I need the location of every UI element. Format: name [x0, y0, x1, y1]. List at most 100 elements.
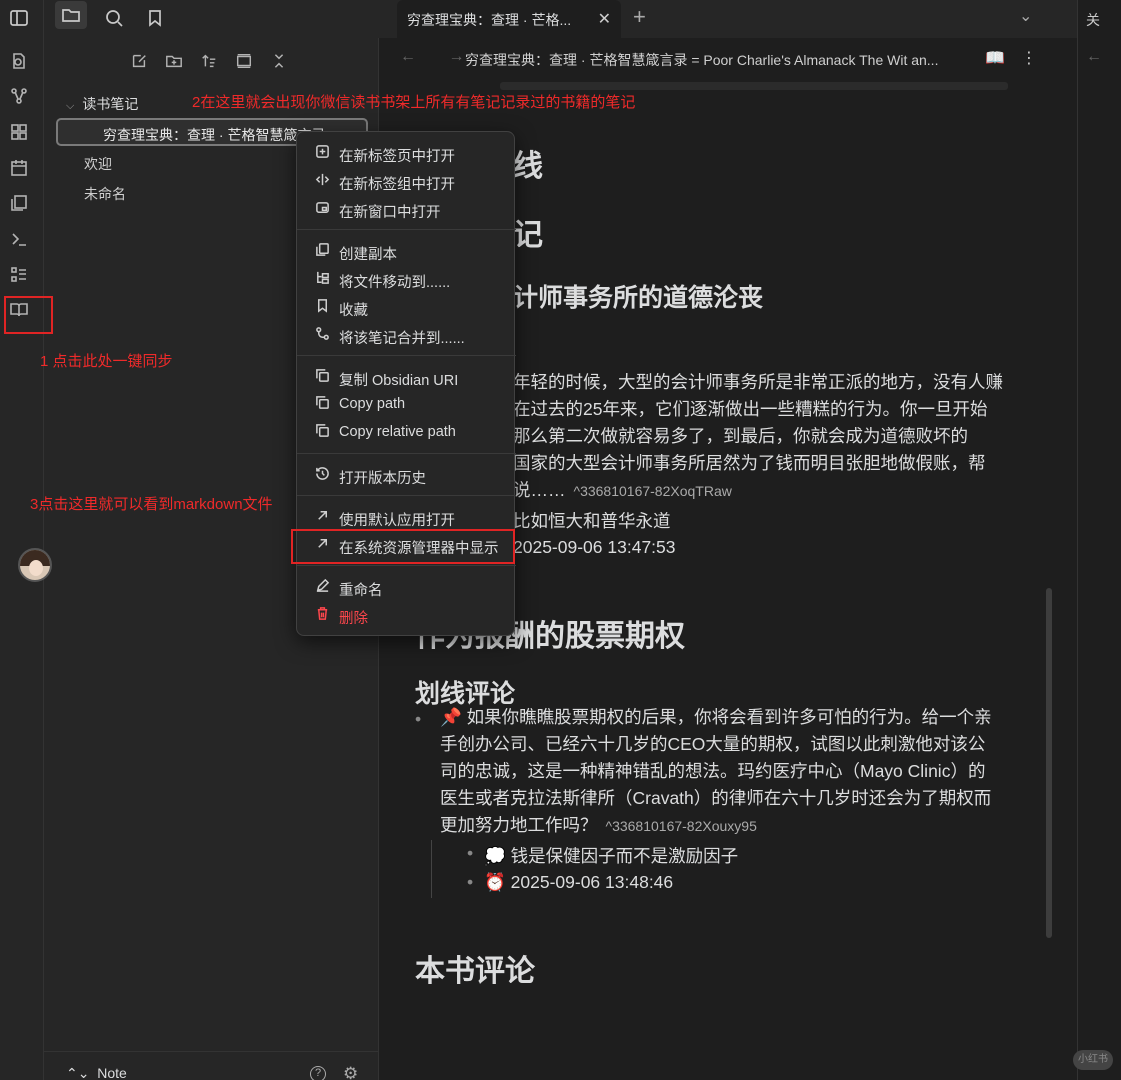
menu-open-new-tab[interactable]: 在新标签页中打开 [297, 140, 516, 166]
tab-list-chevron-icon[interactable]: ⌄ [1019, 6, 1032, 26]
comment-line-2: 💭 钱是保健因子而不是激励因子 [467, 843, 738, 868]
menu-label: 将文件移动到...... [339, 275, 451, 291]
calendar-icon[interactable] [8, 157, 30, 179]
canvas-icon[interactable] [8, 121, 30, 143]
menu-rename[interactable]: 重命名 [297, 574, 516, 600]
tab-title: 穷查理宝典：查理 · 芒格... [407, 12, 572, 28]
menu-label: 打开版本历史 [339, 471, 426, 487]
menu-label: 复制 Obsidian URI [339, 373, 459, 389]
menu-open-new-group[interactable]: 在新标签组中打开 [297, 168, 516, 194]
menu-divider [297, 453, 516, 454]
para1-line: 说…… [513, 480, 566, 500]
para2-line: 📌 如果你瞧瞧股票期权的后果，你将会看到许多可怕的行为。给一个亲 [440, 707, 992, 727]
file-untitled[interactable]: 未命名 [84, 184, 126, 204]
menu-label: 在新窗口中打开 [339, 205, 441, 221]
indent-guide [431, 840, 432, 898]
menu-label: 将该笔记合并到...... [339, 331, 465, 347]
menu-delete[interactable]: 删除 [297, 602, 516, 628]
split-icon [314, 172, 330, 188]
heading-notes: 记 [513, 219, 543, 252]
new-window-icon [314, 200, 330, 216]
merge-icon [314, 326, 330, 342]
para1-line: 年轻的时候，大型的会计师事务所是非常正派的地方，没有人赚 [513, 372, 1003, 392]
annotation-step-1: 1 点击此处一键同步 [40, 353, 173, 370]
user-avatar [18, 548, 52, 582]
folder-reading-notes[interactable]: ⌵ 读书笔记 [66, 94, 138, 114]
new-note-icon[interactable] [128, 50, 150, 72]
external-link-icon [314, 508, 330, 524]
terminal-icon[interactable] [8, 228, 30, 250]
sidebar-toggle-icon[interactable] [7, 6, 31, 30]
comment-line-1: 比如恒大和普华永道 [496, 508, 670, 533]
menu-open-new-window[interactable]: 在新窗口中打开 [297, 196, 516, 222]
copy-icon [314, 242, 330, 258]
watermark-badge: 小红书 [1073, 1050, 1113, 1070]
menu-divider [297, 565, 516, 566]
menu-move-file[interactable]: 将文件移动到...... [297, 266, 516, 292]
link-copy-icon [314, 368, 330, 384]
menu-copy-uri[interactable]: 复制 Obsidian URI [297, 364, 516, 390]
highlight-paragraph-1: 年轻的时候，大型的会计师事务所是非常正派的地方，没有人赚 在过去的25年来，它们… [513, 369, 1023, 505]
auto-reveal-icon[interactable] [233, 50, 255, 72]
new-tab-button[interactable]: + [633, 4, 646, 30]
folder-label: 读书笔记 [82, 96, 139, 112]
open-file-icon[interactable] [8, 50, 30, 72]
right-pane-nav[interactable]: ← → [1086, 48, 1121, 66]
menu-divider [297, 495, 516, 496]
para2-line: 医生或者克拉法斯律所（Cravath）的律师在六十几岁时还会为了期权而 [440, 788, 992, 808]
view-header-title[interactable]: 穷查理宝典：查理 · 芒格智慧箴言录 = Poor Charlie's Alma… [465, 50, 938, 70]
move-icon [314, 270, 330, 286]
para1-line: 那么第二次做就容易多了，到最后，你就会成为道德败坏的 [513, 426, 968, 446]
menu-divider [297, 229, 516, 230]
menu-label: 在新标签页中打开 [339, 149, 455, 165]
list-icon[interactable] [8, 264, 30, 286]
tab-active-note[interactable]: 穷查理宝典：查理 · 芒格... ✕ [397, 0, 621, 38]
link-copy-icon [314, 423, 330, 439]
annotation-box-ribbon [4, 296, 53, 334]
file-explorer-folder-icon[interactable] [55, 1, 87, 29]
menu-label: 使用默认应用打开 [339, 513, 455, 529]
file-welcome[interactable]: 欢迎 [84, 154, 112, 174]
menu-copy-path[interactable]: Copy path [297, 391, 516, 417]
templates-icon[interactable] [8, 192, 30, 214]
timestamp-1: 2025-09-06 13:47:53 [496, 537, 675, 558]
vault-name[interactable]: ⌃⌄ Note [66, 1065, 127, 1080]
right-pane-tab-label: 关 [1086, 12, 1100, 28]
heading-underline: 线 [513, 150, 543, 183]
block-ref[interactable]: ^336810167-82XoqTRaw [574, 483, 732, 499]
menu-copy-relative-path[interactable]: Copy relative path [297, 419, 516, 445]
menu-label: 在新标签组中打开 [339, 177, 455, 193]
new-folder-icon[interactable] [163, 50, 185, 72]
scrollbar[interactable] [1046, 588, 1052, 938]
timestamp-2: ⏰ 2025-09-06 13:48:46 [467, 872, 673, 893]
right-pane: ← → [1077, 38, 1121, 1080]
block-ref[interactable]: ^336810167-82Xouxy95 [606, 818, 757, 834]
vault-switcher: ⌃⌄ Note ? ⚙ [44, 1051, 379, 1080]
menu-divider [297, 355, 516, 356]
menu-duplicate[interactable]: 创建副本 [297, 238, 516, 264]
menu-bookmark[interactable]: 收藏 [297, 294, 516, 320]
annotation-step-2: 2在这里就会出现你微信读书书架上所有有笔记记录过的书籍的笔记 [192, 94, 636, 111]
sort-icon[interactable] [198, 50, 220, 72]
new-tab-icon [314, 144, 330, 160]
left-ribbon [0, 0, 44, 1080]
annotation-box-reveal [291, 529, 515, 564]
highlight-paragraph-2: 📌 如果你瞧瞧股票期权的后果，你将会看到许多可怕的行为。给一个亲 手创办公司、已… [440, 704, 1015, 840]
search-icon[interactable] [102, 6, 126, 30]
reading-view-book-icon[interactable]: 📖 [985, 48, 1005, 68]
menu-open-default-app[interactable]: 使用默认应用打开 [297, 504, 516, 530]
menu-version-history[interactable]: 打开版本历史 [297, 462, 516, 488]
menu-label: 删除 [339, 611, 368, 627]
graph-icon[interactable] [8, 85, 30, 107]
edit-pencil-icon [314, 578, 330, 594]
menu-merge-note[interactable]: 将该笔记合并到...... [297, 322, 516, 348]
menu-label: Copy relative path [339, 424, 456, 440]
help-icon[interactable]: ? [310, 1066, 326, 1080]
more-options-icon[interactable]: ⋮ [1021, 48, 1037, 68]
settings-gear-icon[interactable]: ⚙ [343, 1064, 358, 1080]
collapse-all-icon[interactable] [268, 50, 290, 72]
close-tab-icon[interactable]: ✕ [598, 9, 611, 29]
bookmark-icon[interactable] [143, 6, 167, 30]
heading-section-1: 计师事务所的道德沦丧 [513, 284, 764, 312]
right-pane-tab[interactable]: 关 [1077, 0, 1121, 38]
